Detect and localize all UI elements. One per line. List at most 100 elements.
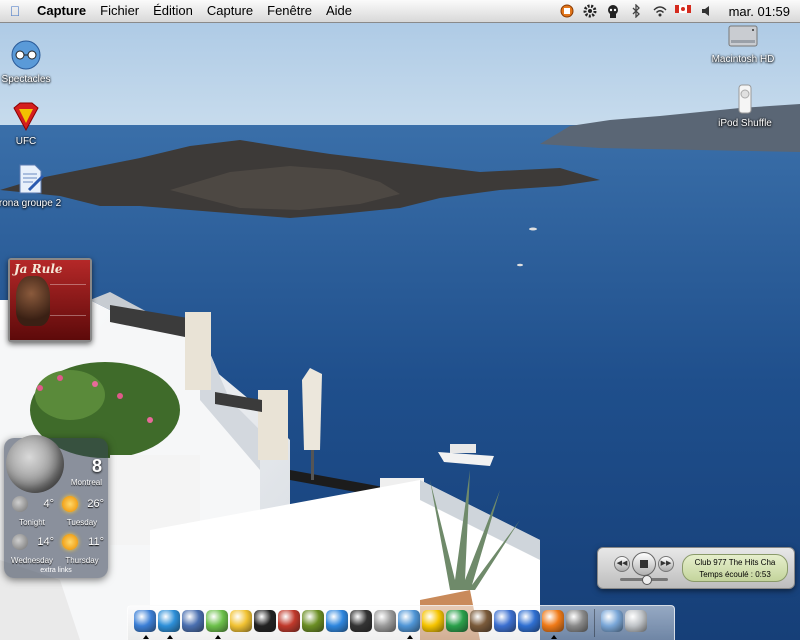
- dock-separator: [594, 609, 595, 637]
- menu-clock[interactable]: mar. 01:59: [729, 4, 790, 19]
- msn-icon-image: [446, 610, 468, 632]
- desktop-icon-label: Spectacles: [1, 74, 51, 85]
- forecast-temp: 11°: [88, 536, 104, 548]
- msn-icon[interactable]: [446, 610, 468, 636]
- moon-icon: [12, 534, 28, 550]
- album-portrait: [16, 276, 50, 326]
- desktop-icon-label: UFC: [15, 136, 37, 147]
- apple-icon[interactable]: : [0, 3, 30, 19]
- stop-icon[interactable]: [560, 4, 574, 18]
- photo-booth-icon[interactable]: [278, 610, 300, 636]
- station-name: Club 977 The Hits Cha: [694, 558, 776, 567]
- sun-icon: [62, 496, 78, 512]
- menu-aide[interactable]: Aide: [319, 0, 359, 22]
- itunes-icon[interactable]: [206, 610, 228, 639]
- ichat-icon-image: [398, 610, 420, 632]
- elapsed-time: Temps écoulé : 0:53: [699, 570, 771, 579]
- album-cover: Ja Rule: [10, 260, 90, 340]
- desktop-icon-label: Macintosh HD: [711, 54, 775, 65]
- stop-button[interactable]: [632, 552, 656, 576]
- applications-folder-icon[interactable]: [601, 610, 623, 636]
- ipod-shuffle-icon: [728, 82, 762, 116]
- menu-bar:  Capture Fichier Édition Capture Fenêtr…: [0, 0, 800, 23]
- quicktime-icon[interactable]: [326, 610, 348, 636]
- volume-knob[interactable]: [642, 575, 652, 585]
- radio-controller-widget: ◀◀ ▶▶ Club 977 The Hits Cha Temps écoulé…: [597, 547, 795, 589]
- forecast-thursday: 11° Thursday: [58, 530, 106, 568]
- trash-icon[interactable]: [625, 610, 647, 636]
- system-prefs-icon[interactable]: [374, 610, 396, 636]
- desktop-wallpaper: [0, 0, 800, 640]
- running-indicator: [407, 635, 413, 639]
- weather-extra-links[interactable]: extra links: [4, 567, 108, 574]
- forecast-temp: 14°: [37, 536, 54, 548]
- desktop-icon-spectacles[interactable]: Spectacles: [0, 38, 66, 85]
- superman-logo-icon: [9, 100, 43, 134]
- forecast-day: Tuesday: [66, 518, 98, 527]
- forecast-day: Wednesday: [10, 556, 54, 565]
- desktop-icon-label: rona groupe 2: [0, 198, 62, 209]
- menu-capture[interactable]: Capture: [200, 0, 260, 22]
- status-menus: mar. 01:59: [560, 3, 800, 19]
- desktop-icon-ipod-shuffle[interactable]: iPod Shuffle: [705, 82, 785, 129]
- document-icon: [13, 162, 47, 196]
- desktop-icon-rona[interactable]: rona groupe 2: [0, 162, 70, 209]
- imovie-icon[interactable]: [350, 610, 372, 636]
- wifi-icon[interactable]: [652, 4, 667, 18]
- ichat-icon[interactable]: [398, 610, 420, 639]
- menu-fenetre[interactable]: Fenêtre: [260, 0, 319, 22]
- word-icon[interactable]: [518, 610, 540, 636]
- hard-drive-icon: [726, 18, 760, 52]
- spectacles-icon: [9, 38, 43, 72]
- album-title: Ja Rule: [14, 262, 63, 276]
- eye-icon[interactable]: [302, 610, 324, 636]
- menu-fichier[interactable]: Fichier: [93, 0, 146, 22]
- orange-app-icon-image: [542, 610, 564, 632]
- alien-icon[interactable]: [606, 4, 620, 18]
- quicktime-icon-image: [326, 610, 348, 632]
- desktop-icon-label: iPod Shuffle: [718, 118, 772, 129]
- finder-icon[interactable]: [134, 610, 156, 639]
- album-art-widget[interactable]: Ja Rule: [8, 258, 92, 342]
- desktop-icon-ufc[interactable]: UFC: [0, 100, 66, 147]
- road-sign-icon[interactable]: [230, 610, 252, 636]
- bluetooth-icon[interactable]: [629, 3, 643, 19]
- dashboard-icon-image: [494, 610, 516, 632]
- safari-icon-image: [158, 610, 180, 632]
- forecast-wednesday: 14° Wednesday: [8, 530, 56, 568]
- volume-icon[interactable]: [700, 4, 714, 18]
- applications-folder-icon-image: [601, 610, 623, 632]
- running-indicator: [215, 635, 221, 639]
- menu-edition[interactable]: Édition: [146, 0, 200, 22]
- gear-icon[interactable]: [583, 4, 597, 18]
- dock: [127, 605, 675, 640]
- grapher-icon-image: [566, 610, 588, 632]
- menu-capture-app[interactable]: Capture: [30, 0, 93, 22]
- safari-icon[interactable]: [158, 610, 180, 639]
- address-book-icon[interactable]: [470, 610, 492, 636]
- next-button[interactable]: ▶▶: [658, 556, 674, 572]
- address-book-icon-image: [470, 610, 492, 632]
- clapboard-icon-image: [254, 610, 276, 632]
- grapher-icon[interactable]: [566, 610, 588, 636]
- finder-icon-image: [134, 610, 156, 632]
- clapboard-icon[interactable]: [254, 610, 276, 636]
- desktop-icon-macintosh-hd[interactable]: Macintosh HD: [703, 18, 783, 65]
- itunes-icon-image: [206, 610, 228, 632]
- eye-icon-image: [302, 610, 324, 632]
- preview-icon-image: [182, 610, 204, 632]
- moon-icon: [12, 496, 28, 512]
- album-lyrics-text: [50, 284, 86, 316]
- flag-icon[interactable]: [674, 4, 691, 18]
- dashboard-icon[interactable]: [494, 610, 516, 636]
- running-indicator: [551, 635, 557, 639]
- volume-slider[interactable]: [620, 575, 668, 585]
- preview-icon[interactable]: [182, 610, 204, 636]
- orange-app-icon[interactable]: [542, 610, 564, 639]
- system-prefs-icon-image: [374, 610, 396, 632]
- aim-icon[interactable]: [422, 610, 444, 636]
- weather-widget[interactable]: 8 Montreal 4° Tonight 26° Tuesday 14° We…: [4, 435, 108, 578]
- forecast-temp: 26°: [87, 498, 104, 510]
- previous-button[interactable]: ◀◀: [614, 556, 630, 572]
- forecast-day: Tonight: [19, 518, 45, 527]
